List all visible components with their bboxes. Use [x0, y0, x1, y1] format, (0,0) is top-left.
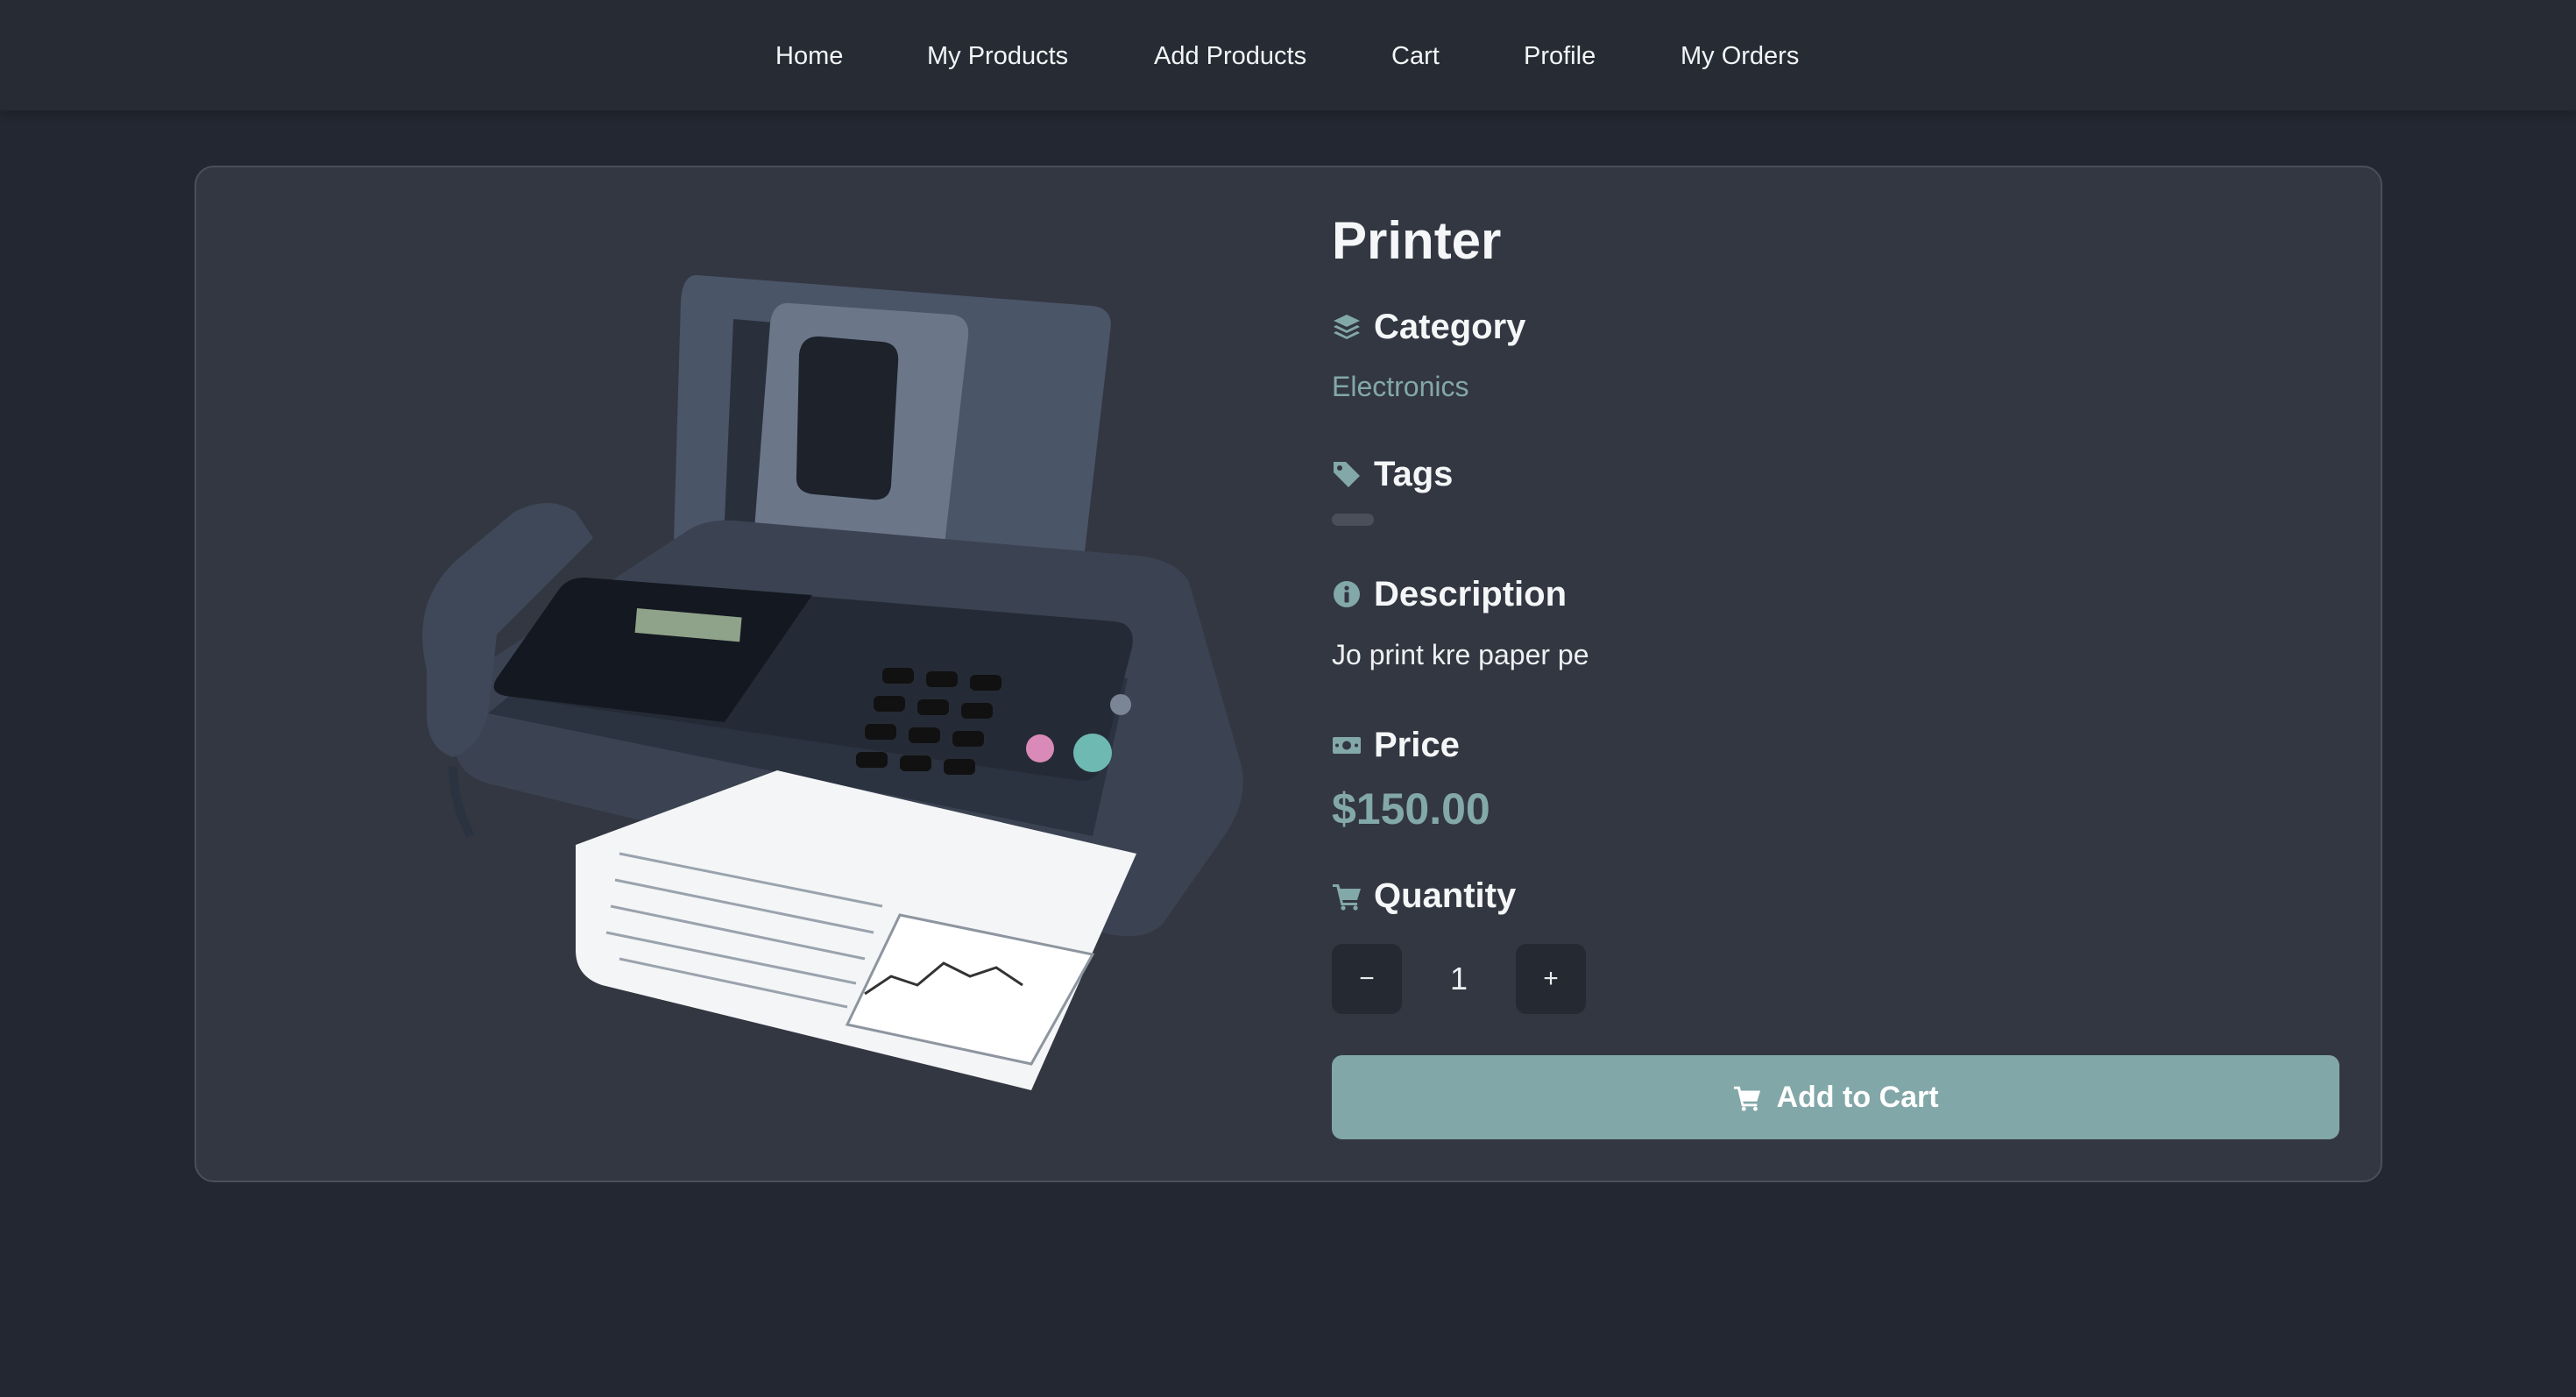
nav-add-products-link[interactable]: Add Products: [1154, 40, 1306, 72]
price-value: $150.00: [1332, 784, 1490, 833]
nav-my-products-link[interactable]: My Products: [927, 40, 1068, 72]
cart-icon: [1333, 884, 1361, 911]
add-to-cart-label: Add to Cart: [1776, 1081, 1939, 1114]
category-label: Category: [1374, 308, 1526, 346]
product-image: [422, 274, 1243, 1090]
quantity-label: Quantity: [1374, 876, 1517, 915]
quantity-increment-button[interactable]: +: [1516, 944, 1586, 1014]
tag-icon: [1334, 462, 1360, 487]
description-text: Jo print kre paper pe: [1332, 639, 1589, 670]
nav-profile-link[interactable]: Profile: [1524, 40, 1596, 72]
quantity-decrement-button[interactable]: −: [1332, 944, 1402, 1014]
nav-cart-link[interactable]: Cart: [1391, 40, 1440, 72]
category-value: Electronics: [1332, 371, 1469, 402]
add-to-cart-button[interactable]: Add to Cart: [1332, 1055, 2339, 1139]
product-details: Printer Category Electronics Tags Descri…: [1332, 167, 2339, 1181]
cart-icon: [1734, 1086, 1761, 1111]
money-bill-icon: [1333, 737, 1361, 754]
tag-pill: [1332, 514, 1374, 526]
product-title: Printer: [1332, 211, 1502, 270]
nav-home-link[interactable]: Home: [775, 40, 843, 72]
layers-icon: [1334, 315, 1360, 339]
top-navbar: Home My Products Add Products Cart Profi…: [0, 0, 2576, 110]
quantity-value: 1: [1449, 961, 1468, 996]
product-card: Printer Category Electronics Tags Descri…: [195, 166, 2382, 1182]
nav-my-orders-link[interactable]: My Orders: [1681, 40, 1799, 72]
price-label: Price: [1374, 726, 1460, 764]
tags-label: Tags: [1374, 455, 1454, 493]
add-to-cart-content: Add to Cart: [1332, 1055, 2339, 1139]
description-label: Description: [1374, 575, 1568, 613]
info-circle-icon: [1334, 581, 1360, 607]
